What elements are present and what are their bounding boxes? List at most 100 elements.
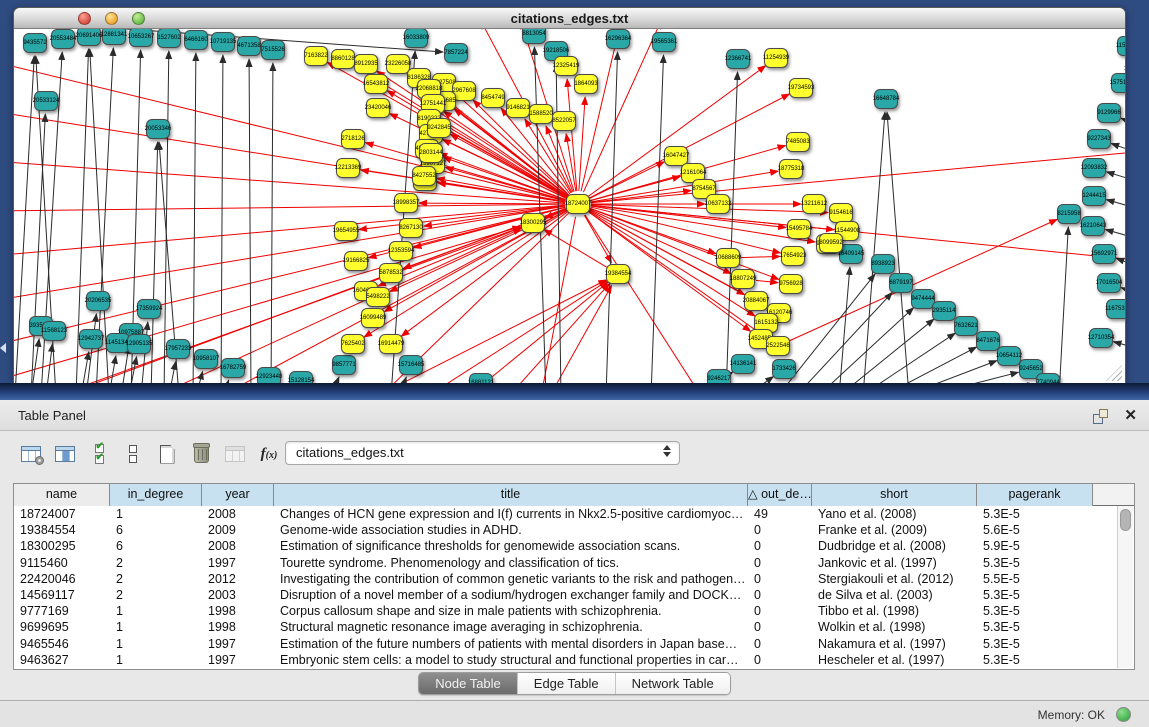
scrollbar-thumb[interactable] [1120, 509, 1131, 531]
cell-name[interactable]: 19384554 [14, 522, 110, 538]
table-row[interactable]: 1830029562008Estimation of significance … [14, 538, 1116, 554]
graph-edge[interactable] [591, 205, 786, 227]
graph-node[interactable]: 9756928 [779, 274, 803, 294]
graph-edge[interactable] [1113, 342, 1125, 351]
cell-in_degree[interactable]: 1 [110, 603, 202, 619]
graph-node[interactable]: 2935114 [932, 301, 956, 321]
function-builder-icon[interactable]: f(x) [254, 440, 284, 468]
graph-node[interactable]: 6879197 [889, 273, 913, 293]
graph-node[interactable]: 4671358 [237, 36, 261, 56]
graph-node[interactable]: 17957233 [166, 339, 190, 359]
cell-out_de[interactable]: 0 [748, 555, 812, 571]
cell-out_de[interactable]: 0 [748, 587, 812, 603]
cell-year[interactable]: 2008 [202, 506, 274, 522]
cell-name[interactable]: 18724007 [14, 506, 110, 522]
cell-out_de[interactable]: 0 [748, 603, 812, 619]
cell-name[interactable]: 9115460 [14, 555, 110, 571]
cell-name[interactable]: 22420046 [14, 571, 110, 587]
network-window[interactable]: citations_edges.txt 94355722055348420691… [13, 7, 1126, 384]
graph-node[interactable]: 16914479 [379, 334, 403, 354]
cell-year[interactable]: 1998 [202, 619, 274, 635]
cell-short[interactable]: Franke et al. (2009) [812, 522, 977, 538]
cell-in_degree[interactable]: 6 [110, 538, 202, 554]
graph-node[interactable]: 16099489 [361, 308, 385, 328]
graph-node[interactable]: 9227343 [1087, 129, 1111, 149]
cell-in_degree[interactable]: 1 [110, 619, 202, 635]
table-row[interactable]: 946554611997Estimation of the future num… [14, 636, 1116, 652]
graph-edge[interactable] [151, 142, 158, 384]
graph-node[interactable]: 19565361 [652, 32, 676, 52]
graph-edge[interactable] [14, 111, 565, 202]
cell-in_degree[interactable]: 6 [110, 522, 202, 538]
graph-node[interactable]: 7163822 [304, 46, 328, 66]
graph-node[interactable]: 11548408 [1117, 36, 1125, 56]
table-row[interactable]: 1456911722003Disruption of a novel membe… [14, 587, 1116, 603]
graph-node[interactable]: 13211612 [802, 194, 826, 214]
graph-edge[interactable] [839, 267, 850, 384]
graph-node[interactable]: 20533124 [34, 91, 58, 111]
graph-edge[interactable] [544, 230, 607, 268]
cell-title[interactable]: Structural magnetic resonance image aver… [274, 619, 748, 635]
graph-node[interactable]: 2803144 [419, 143, 443, 163]
graph-node[interactable]: 18998357 [394, 193, 418, 213]
graph-node[interactable]: 15692971 [1092, 244, 1116, 264]
graph-edge[interactable] [1116, 258, 1125, 269]
graph-node[interactable]: 18807249 [731, 269, 755, 289]
graph-node[interactable]: 20053346 [146, 119, 170, 139]
cell-out_de[interactable]: 0 [748, 538, 812, 554]
row-mode-icon[interactable] [118, 440, 148, 468]
graph-node[interactable]: 19654955 [334, 221, 358, 241]
graph-node[interactable]: 8471676 [976, 331, 1000, 351]
cell-pagerank[interactable]: 5.3E-5 [977, 603, 1093, 619]
graph-edge[interactable] [419, 203, 565, 204]
cell-pagerank[interactable]: 5.6E-5 [977, 522, 1093, 538]
graph-edge[interactable] [14, 204, 565, 211]
graph-node[interactable]: 20553484 [51, 29, 75, 49]
cell-year[interactable]: 1998 [202, 603, 274, 619]
column-header-out_de[interactable]: △ out_de… [748, 484, 812, 506]
graph-node[interactable]: 12881341 [102, 29, 126, 45]
graph-node[interactable]: 9246217 [707, 369, 731, 384]
cell-title[interactable]: Genome-wide association studies in ADHD. [274, 522, 748, 538]
cell-in_degree[interactable]: 1 [110, 636, 202, 652]
cell-short[interactable]: Stergiakouli et al. (2012) [812, 571, 977, 587]
graph-edge[interactable] [1059, 227, 1068, 384]
column-header-year[interactable]: year [202, 484, 274, 506]
graph-node[interactable]: 16782759 [221, 358, 245, 378]
graph-node[interactable]: 10688609 [716, 248, 740, 268]
cell-in_degree[interactable]: 2 [110, 555, 202, 571]
graph-node[interactable]: 12353594 [389, 241, 413, 261]
cell-short[interactable]: Tibbo et al. (1998) [812, 603, 977, 619]
tab-network-table[interactable]: Network Table [615, 673, 730, 694]
cell-short[interactable]: Nakamura et al. (1997) [812, 636, 977, 652]
table-row[interactable]: 969969511998Structural magnetic resonanc… [14, 619, 1116, 635]
graph-node[interactable]: 8267130 [399, 218, 423, 238]
table-row[interactable]: 946362711997Embryonic stem cells: a mode… [14, 652, 1116, 668]
column-header-short[interactable]: short [812, 484, 977, 506]
graph-node[interactable]: 9435572 [23, 33, 47, 53]
graph-node[interactable]: 9154616 [829, 203, 853, 223]
cell-name[interactable]: 14569117 [14, 587, 110, 603]
cell-title[interactable]: Estimation of significance thresholds fo… [274, 538, 748, 554]
import-table-icon[interactable] [220, 440, 250, 468]
graph-node[interactable]: 8427552 [412, 166, 436, 186]
graph-edge[interactable] [883, 347, 976, 384]
graph-node[interactable]: 17016504 [1097, 273, 1121, 293]
graph-node[interactable]: 10719135 [211, 32, 235, 52]
graph-node[interactable]: 7485083 [786, 132, 810, 152]
graph-node[interactable]: 12213369 [336, 158, 360, 178]
graph-edge[interactable] [81, 352, 89, 384]
cell-short[interactable]: Jankovic et al. (1997) [812, 555, 977, 571]
graph-node[interactable]: 16648784 [874, 89, 898, 109]
graph-node[interactable]: 19166825 [344, 251, 368, 271]
cell-out_de[interactable]: 49 [748, 506, 812, 522]
graph-edge[interactable] [741, 256, 780, 257]
graph-node[interactable]: 7857224 [444, 43, 468, 63]
table-mode-icon[interactable] [16, 440, 46, 468]
graph-node[interactable]: 10654112 [997, 346, 1021, 366]
cell-title[interactable]: Disruption of a novel member of a sodium… [274, 587, 748, 603]
column-header-title[interactable]: title [274, 484, 748, 506]
graph-edge[interactable] [904, 361, 997, 384]
graph-node[interactable]: 16543812 [364, 74, 388, 94]
graph-edge[interactable] [585, 215, 701, 384]
